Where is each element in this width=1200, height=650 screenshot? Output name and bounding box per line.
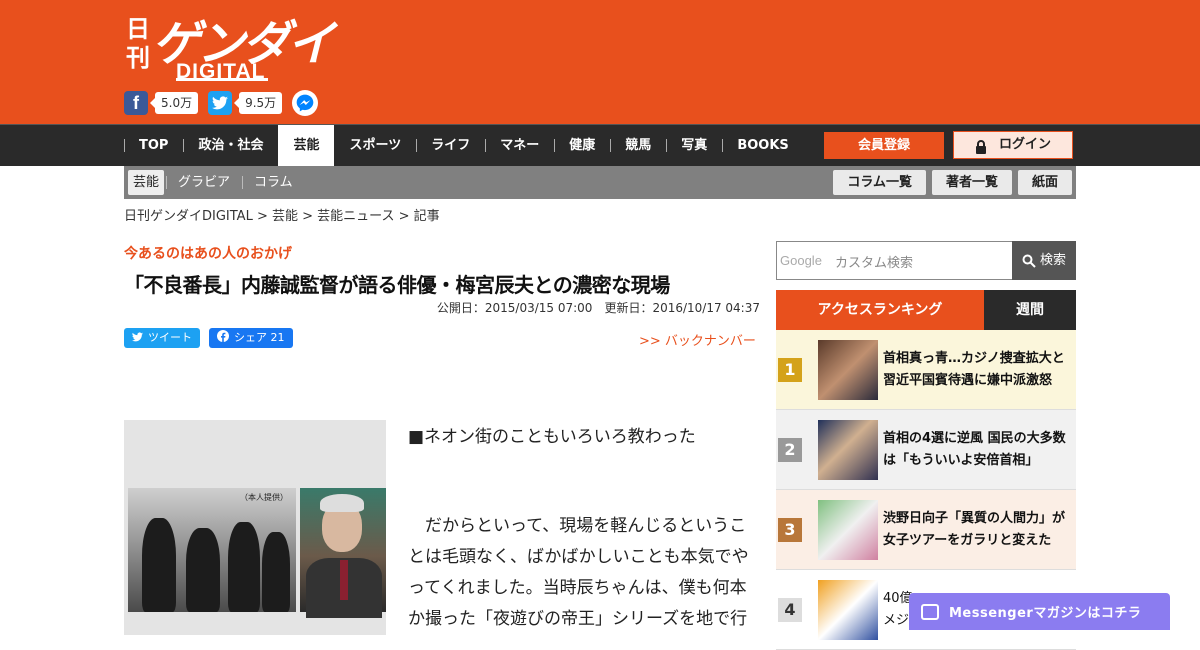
rank-number: 2 xyxy=(778,438,802,462)
tab-weekly[interactable]: 週間 xyxy=(984,290,1076,330)
facebook-icon-small xyxy=(217,328,229,348)
rank-number: 4 xyxy=(778,598,802,622)
share-label: シェア 21 xyxy=(234,331,285,344)
nav-item-sports[interactable]: スポーツ xyxy=(334,125,416,166)
login-button[interactable]: ログイン xyxy=(953,131,1073,159)
nav-item-politics[interactable]: 政治・社会 xyxy=(183,125,278,166)
messenger-magazine-button[interactable]: Messengerマガジンはコチラ xyxy=(909,593,1170,630)
article-paragraph: だからといって、現場を軽んじるということは毛頭なく、ばかばかしいことも本気でやっ… xyxy=(408,516,749,629)
logo-nikkan: 日刊 xyxy=(126,14,150,72)
facebook-share-button[interactable]: シェア 21 xyxy=(209,328,293,348)
facebook-count: 5.0万 xyxy=(149,92,199,114)
ranking-thumbnail xyxy=(818,580,878,640)
chat-icon xyxy=(921,603,939,620)
search-button[interactable]: 検索 xyxy=(1012,241,1076,280)
site-logo[interactable]: 日刊 ゲンダイ DIGITAL xyxy=(124,10,335,84)
ranking-title: 首相の4選に逆風 国民の大多数は「もういいよ安倍首相」 xyxy=(883,431,1066,468)
ranking-thumbnail xyxy=(818,340,878,400)
author-list-button[interactable]: 著者一覧 xyxy=(931,170,1012,195)
photo-portrait xyxy=(300,488,386,618)
tab-access-ranking[interactable]: アクセスランキング xyxy=(776,290,984,330)
photo-black-white: （本人提供） xyxy=(128,488,296,612)
ranking-title: 渋野日向子「異質の人間力」が女子ツアーをガラリと変えた xyxy=(883,511,1066,548)
sub-nav-buttons: コラム一覧 著者一覧 紙面 xyxy=(827,170,1072,195)
backnumber-link[interactable]: >> バックナンバー xyxy=(639,330,756,349)
messenger-label: Messengerマガジンはコチラ xyxy=(949,606,1142,621)
nav-item-health[interactable]: 健康 xyxy=(554,125,610,166)
breadcrumb[interactable]: 日刊ゲンダイDIGITAL > 芸能 > 芸能ニュース > 記事 xyxy=(124,205,440,224)
main-nav-items: TOP 政治・社会 芸能 スポーツ ライフ マネー 健康 競馬 写真 BOOKS xyxy=(124,125,804,166)
article-title: 「不良番長」内藤誠監督が語る俳優・梅宮辰夫との濃密な現場 xyxy=(124,273,670,297)
article-body: ■ネオン街のこともいろいろ教わった だからといって、現場を軽んじるということは毛… xyxy=(408,422,752,635)
nav-item-life[interactable]: ライフ xyxy=(416,125,485,166)
nav-item-keiba[interactable]: 競馬 xyxy=(610,125,666,166)
ranking-title: 首相真っ青…カジノ捜査拡大と習近平国賓待遇に嫌中派激怒 xyxy=(883,351,1065,388)
search-input[interactable]: カスタム検索 xyxy=(835,252,913,271)
site-header: 日刊 ゲンダイ DIGITAL f 5.0万 9.5万 xyxy=(0,0,1200,124)
ranking-item[interactable]: 3 渋野日向子「異質の人間力」が女子ツアーをガラリと変えた xyxy=(776,490,1076,570)
sub-nav-items: 芸能 グラビア コラム xyxy=(128,170,305,195)
twitter-count: 9.5万 xyxy=(234,92,283,114)
article-subheading: ■ネオン街のこともいろいろ教わった xyxy=(408,427,696,447)
article-kicker[interactable]: 今あるのはあの人のおかげ xyxy=(124,243,292,263)
ranking-thumbnail xyxy=(818,500,878,560)
column-list-button[interactable]: コラム一覧 xyxy=(833,170,926,195)
rank-number: 3 xyxy=(778,518,802,542)
nav-item-books[interactable]: BOOKS xyxy=(722,125,803,166)
tweet-label: ツイート xyxy=(148,331,192,344)
social-counters: f 5.0万 9.5万 xyxy=(124,90,319,116)
subnav-item-entertainment[interactable]: 芸能 xyxy=(128,170,165,195)
main-nav: TOP 政治・社会 芸能 スポーツ ライフ マネー 健康 競馬 写真 BOOKS… xyxy=(0,124,1200,166)
updated-date: 更新日：2016/10/17 04:37 xyxy=(604,301,760,315)
twitter-icon[interactable] xyxy=(208,91,233,115)
article-dates: 公開日：2015/03/15 07:00 更新日：2016/10/17 04:37 xyxy=(437,299,760,316)
ranking-item[interactable]: 1 首相真っ青…カジノ捜査拡大と習近平国賓待遇に嫌中派激怒 xyxy=(776,330,1076,410)
sub-nav: 芸能 グラビア コラム コラム一覧 著者一覧 紙面 xyxy=(124,166,1076,199)
ranking-thumbnail xyxy=(818,420,878,480)
lock-icon xyxy=(975,138,987,154)
rank-number: 1 xyxy=(778,358,802,382)
share-buttons: ツイート シェア 21 xyxy=(124,328,302,348)
search-button-label: 検索 xyxy=(1039,253,1066,268)
ranking-tabs: アクセスランキング 週間 xyxy=(776,290,1076,330)
nav-item-photo[interactable]: 写真 xyxy=(666,125,722,166)
tweet-button[interactable]: ツイート xyxy=(124,328,200,348)
search-icon xyxy=(1022,254,1036,268)
nav-item-entertainment[interactable]: 芸能 xyxy=(278,125,335,166)
nav-item-money[interactable]: マネー xyxy=(485,125,554,166)
logo-underline xyxy=(176,78,268,81)
login-label: ログイン xyxy=(998,137,1051,152)
paper-button[interactable]: 紙面 xyxy=(1017,170,1072,195)
register-button[interactable]: 会員登録 xyxy=(824,132,944,159)
facebook-icon[interactable]: f xyxy=(124,91,148,115)
site-search: Google カスタム検索 検索 xyxy=(776,241,1076,280)
subnav-item-column[interactable]: コラム xyxy=(242,170,305,195)
twitter-bird-icon xyxy=(132,328,143,348)
published-date: 公開日：2015/03/15 07:00 xyxy=(436,301,593,315)
article-photo: （本人提供） xyxy=(124,420,386,635)
nav-item-top[interactable]: TOP xyxy=(124,125,183,166)
subnav-item-gravure[interactable]: グラビア xyxy=(166,170,242,195)
ranking-item[interactable]: 2 首相の4選に逆風 国民の大多数は「もういいよ安倍首相」 xyxy=(776,410,1076,490)
messenger-icon[interactable] xyxy=(292,90,319,116)
photo-credit: （本人提供） xyxy=(240,493,288,502)
google-label: Google xyxy=(780,253,822,268)
